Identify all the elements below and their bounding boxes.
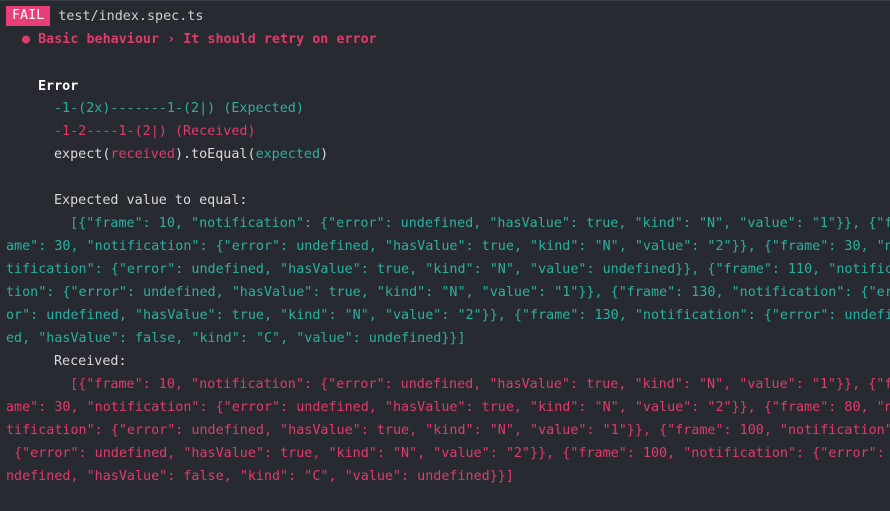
assertion-call-mid: ).toEqual( bbox=[174, 147, 256, 162]
failure-bullet-icon: ● bbox=[22, 32, 31, 47]
test-title-line: ● Basic behaviour › It should retry on e… bbox=[22, 28, 377, 51]
assertion-call-received: received bbox=[110, 147, 175, 162]
expected-tag: (Expected) bbox=[223, 101, 304, 116]
expected-value-line: ame": 30, "notification": {"error": unde… bbox=[6, 239, 890, 254]
expected-value-line: ed, "hasValue": false, "kind": "C", "val… bbox=[6, 331, 466, 346]
test-file-path: test/index.spec.ts bbox=[58, 9, 204, 24]
expected-marble-line: -1-(2x)-------1-(2|) (Expected) bbox=[54, 97, 304, 120]
received-value-line: ndefined, "hasValue": false, "kind": "C"… bbox=[6, 469, 514, 484]
terminal-window: FAIL test/index.spec.ts ● Basic behaviou… bbox=[0, 0, 890, 511]
test-title: Basic behaviour › It should retry on err… bbox=[38, 32, 377, 47]
assertion-call: expect(received).toEqual(expected) bbox=[54, 143, 328, 166]
received-value-line: [{"frame": 10, "notification": {"error":… bbox=[54, 377, 890, 392]
test-file-header: FAIL test/index.spec.ts bbox=[0, 5, 203, 28]
received-marble-line: -1-2----1-(2|) (Received) bbox=[54, 120, 256, 143]
received-value-line: ame": 30, "notification": {"error": unde… bbox=[6, 400, 890, 415]
received-value-line: {"error": undefined, "hasValue": true, "… bbox=[6, 446, 890, 461]
expected-block-label: Expected value to equal: bbox=[54, 193, 248, 208]
expected-value-line: [{"frame": 10, "notification": {"error":… bbox=[54, 216, 890, 231]
expected-value-line: tification": {"error": undefined, "hasVa… bbox=[6, 262, 890, 277]
expected-value-line: tion": {"error": undefined, "hasValue": … bbox=[6, 285, 890, 300]
expected-marble: -1-(2x)-------1-(2|) bbox=[54, 101, 216, 116]
assertion-call-expected: expected bbox=[255, 147, 321, 162]
expected-value-line: or": undefined, "hasValue": true, "kind"… bbox=[6, 308, 890, 323]
received-tag: (Received) bbox=[174, 124, 256, 139]
received-marble: -1-2----1-(2|) bbox=[54, 124, 167, 139]
assertion-call-fn: expect( bbox=[54, 147, 111, 162]
error-heading: Error bbox=[38, 79, 79, 94]
assertion-call-end: ) bbox=[320, 147, 329, 162]
received-block-label: Received: bbox=[54, 354, 127, 369]
received-value-line: tification": {"error": undefined, "hasVa… bbox=[6, 423, 890, 438]
status-badge: FAIL bbox=[6, 6, 51, 26]
